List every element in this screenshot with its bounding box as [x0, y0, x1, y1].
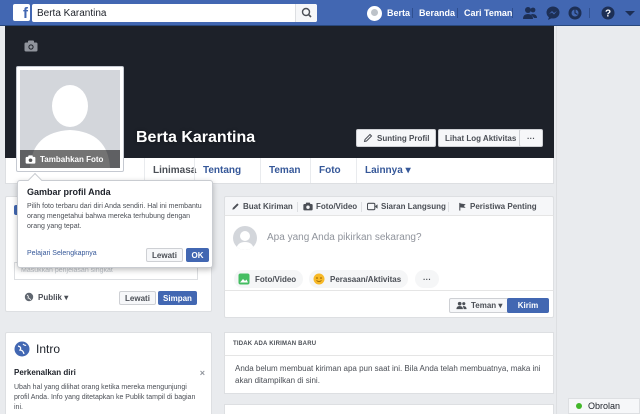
- smiley-icon: [313, 273, 325, 285]
- photo-video-label: Foto/Video: [255, 274, 297, 284]
- feeling-activity-button[interactable]: Perasaan/Aktivitas: [309, 270, 409, 288]
- friends-icon: [456, 301, 467, 310]
- online-indicator-icon: [576, 403, 582, 409]
- intro-subtitle-text: Perkenalkan diri: [14, 368, 76, 377]
- tooltip-title: Gambar profil Anda: [27, 187, 111, 197]
- nav-find-friends-link[interactable]: Cari Teman: [464, 4, 512, 22]
- edit-profile-button[interactable]: Sunting Profil: [356, 129, 437, 147]
- learn-more-link[interactable]: Pelajari Selengkapnya: [27, 250, 97, 257]
- photo-icon: [238, 273, 250, 285]
- nav-divider: [512, 8, 513, 18]
- profile-more-button[interactable]: ···: [519, 129, 543, 147]
- tab-photos[interactable]: Foto: [310, 158, 349, 183]
- intro-header: Intro: [6, 333, 211, 357]
- add-photo-button[interactable]: Tambahkan Foto: [20, 150, 120, 168]
- activity-log-button[interactable]: Lihat Log Aktivitas: [438, 129, 524, 147]
- intro-subtitle: Perkenalkan diri ×: [6, 357, 211, 378]
- help-icon[interactable]: ?: [600, 5, 616, 21]
- tab-divider: [448, 202, 449, 212]
- intro-card: Intro Perkenalkan diri × Ubah hal yang d…: [5, 332, 212, 414]
- tab-create-post-label: Buat Kiriman: [243, 202, 293, 211]
- activity-log-label: Lihat Log Aktivitas: [445, 133, 517, 143]
- feed-header: TIDAK ADA KIRIMAN BARU: [224, 332, 554, 356]
- top-bar: f Berta Beranda Cari Teman ?: [0, 0, 640, 26]
- profile-name: Berta Karantina: [136, 129, 256, 146]
- composer-footer: Teman ▾ Kirim: [224, 290, 554, 318]
- add-photo-label: Tambahkan Foto: [40, 154, 104, 164]
- tab-life-event-label: Peristiwa Penting: [470, 202, 537, 211]
- composer-tabs: Buat Kiriman Foto/Video Siaran Langsung …: [224, 196, 554, 216]
- bio-save-button[interactable]: Simpan: [158, 291, 197, 305]
- more-icon: ···: [423, 274, 431, 284]
- audience-selector[interactable]: Teman ▾: [449, 298, 510, 313]
- nav-user-name: Berta: [387, 8, 411, 18]
- tooltip-text: Pilih foto terbaru dari diri Anda sendir…: [27, 203, 202, 230]
- feed-next-card: [224, 404, 554, 414]
- profile-picture[interactable]: Tambahkan Foto: [16, 66, 124, 172]
- feeling-activity-label: Perasaan/Aktivitas: [330, 274, 402, 284]
- nav-profile-link[interactable]: Berta: [367, 4, 410, 22]
- search-icon: [301, 7, 312, 18]
- audience-label: Teman ▾: [471, 301, 503, 310]
- tab-live-video-label: Siaran Langsung: [381, 202, 446, 211]
- edit-profile-label: Sunting Profil: [377, 133, 430, 143]
- account-menu-icon[interactable]: [622, 5, 638, 21]
- avatar: [367, 5, 382, 21]
- nav-divider: [412, 8, 413, 18]
- feed-empty-message: Anda belum membuat kiriman apa pun saat …: [224, 356, 554, 394]
- profile-picture-tooltip: Gambar profil Anda Pilih foto terbaru da…: [17, 172, 213, 268]
- intro-text: Ubah hal yang dilihat orang ketika merek…: [14, 384, 196, 411]
- post-button[interactable]: Kirim: [507, 298, 549, 313]
- tab-divider: [361, 202, 362, 212]
- pencil-icon: [232, 203, 239, 210]
- tab-life-event[interactable]: Peristiwa Penting: [458, 197, 537, 216]
- profile-picture-placeholder: Tambahkan Foto: [20, 70, 120, 168]
- chat-label: Obrolan: [588, 401, 621, 411]
- globe-icon: [14, 341, 30, 357]
- search-box: [32, 4, 317, 22]
- avatar: [233, 226, 257, 250]
- tab-divider: [297, 202, 298, 212]
- camera-icon: [303, 202, 313, 211]
- tab-friends[interactable]: Teman: [260, 158, 309, 183]
- flag-icon: [459, 202, 466, 211]
- privacy-label: Publik ▾: [38, 292, 69, 302]
- tooltip-skip-button[interactable]: Lewati: [146, 248, 183, 262]
- search-input[interactable]: [32, 4, 292, 22]
- notifications-icon[interactable]: [567, 5, 583, 21]
- close-icon[interactable]: ×: [200, 368, 205, 378]
- post-input[interactable]: Apa yang Anda pikirkan sekarang?: [267, 232, 422, 243]
- right-sidebar: [556, 26, 640, 414]
- nav-divider: [589, 8, 590, 18]
- pencil-icon: [363, 133, 373, 143]
- privacy-selector[interactable]: Publik ▾: [24, 292, 68, 302]
- tooltip-ok-button[interactable]: OK: [186, 248, 209, 262]
- tab-more[interactable]: Lainnya ▾: [356, 158, 419, 183]
- tab-create-post[interactable]: Buat Kiriman: [231, 197, 293, 216]
- globe-icon: [24, 292, 34, 302]
- tab-photo-video[interactable]: Foto/Video: [303, 197, 357, 216]
- search-button[interactable]: [295, 4, 317, 22]
- default-avatar-icon: [236, 231, 254, 250]
- composer-more-button[interactable]: ···: [415, 270, 439, 288]
- nav-home-link[interactable]: Beranda: [419, 4, 455, 22]
- bio-skip-button[interactable]: Lewati: [119, 291, 156, 305]
- photo-video-button[interactable]: Foto/Video: [234, 270, 304, 288]
- tab-photo-video-label: Foto/Video: [316, 202, 358, 211]
- nav-divider: [457, 8, 458, 18]
- messages-icon[interactable]: [545, 5, 561, 21]
- chat-bar[interactable]: Obrolan: [568, 398, 640, 414]
- intro-title: Intro: [36, 342, 61, 356]
- friend-requests-icon[interactable]: [522, 5, 538, 21]
- camera-icon: [25, 154, 36, 164]
- svg-text:?: ?: [605, 9, 611, 20]
- composer-body: Apa yang Anda pikirkan sekarang? Foto/Vi…: [224, 216, 554, 290]
- tab-live-video[interactable]: Siaran Langsung: [367, 197, 446, 216]
- camera-icon[interactable]: [24, 40, 38, 52]
- facebook-logo-icon[interactable]: f: [13, 4, 30, 21]
- more-icon: ···: [527, 133, 535, 143]
- video-camera-icon: [367, 202, 378, 211]
